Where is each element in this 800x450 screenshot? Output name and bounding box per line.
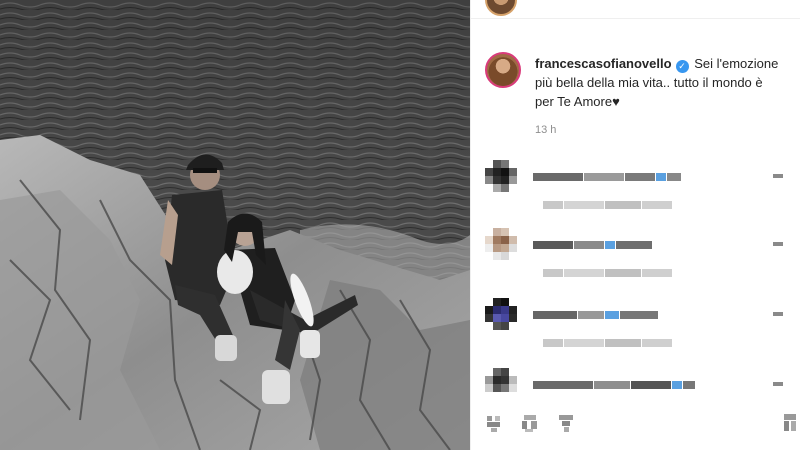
comment-item xyxy=(485,368,785,418)
comment-meta-pixelated xyxy=(543,334,673,352)
pixelated-avatar-icon[interactable] xyxy=(485,368,517,400)
post-actions xyxy=(485,412,796,436)
comment-item xyxy=(485,160,785,210)
heart-icon[interactable] xyxy=(485,412,503,434)
post-photo[interactable] xyxy=(0,0,470,450)
share-icon[interactable] xyxy=(557,412,575,434)
comment-like-icon[interactable] xyxy=(773,382,783,386)
author-avatar[interactable] xyxy=(485,52,521,88)
comment-meta-pixelated xyxy=(543,264,673,282)
comment-like-icon[interactable] xyxy=(773,174,783,178)
comment-meta-pixelated xyxy=(543,196,673,214)
comment-item xyxy=(485,298,785,348)
photo-scene xyxy=(0,0,470,450)
pixelated-avatar-icon[interactable] xyxy=(485,228,517,260)
comment-item xyxy=(485,228,785,278)
comment-like-icon[interactable] xyxy=(773,242,783,246)
comment-icon[interactable] xyxy=(521,412,539,434)
comment-like-icon[interactable] xyxy=(773,312,783,316)
comment-text-pixelated xyxy=(533,236,653,254)
post-sidebar: francescasofianovello ✓ Sei l'emozione pi… xyxy=(470,0,800,450)
pixelated-avatar-icon[interactable] xyxy=(485,160,517,192)
verified-check-icon: ✓ xyxy=(675,60,689,73)
header-avatar[interactable] xyxy=(485,0,517,16)
comment-text-pixelated xyxy=(533,376,696,394)
post-header xyxy=(471,0,800,19)
comment-text-pixelated xyxy=(533,306,659,324)
caption-text-block: francescasofianovello ✓ Sei l'emozione pi… xyxy=(535,54,785,111)
pixelated-avatar-icon[interactable] xyxy=(485,298,517,330)
post-timestamp[interactable]: 13 h xyxy=(535,124,556,136)
author-username[interactable]: francescasofianovello xyxy=(535,56,672,71)
comment-text-pixelated xyxy=(533,168,682,186)
bookmark-icon[interactable] xyxy=(781,412,799,434)
